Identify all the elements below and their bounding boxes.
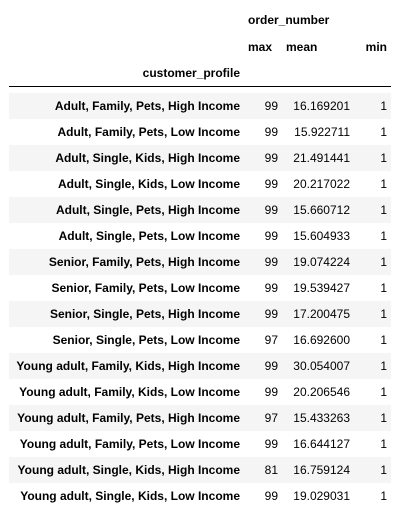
row-label: Senior, Family, Pets, Low Income [51,281,241,295]
row-label: Adult, Family, Pets, Low Income [57,125,240,139]
table-row: Adult, Family, Pets, Low Income 99 15.9227… [9,119,391,145]
cell-max: 99 [264,177,278,191]
header-blank [9,34,244,60]
row-label: Young adult, Single, Kids, Low Income [20,489,240,503]
row-label: Young adult, Family, Kids, Low Income [19,385,240,399]
table-row: Adult, Single, Pets, High Income 99 15.660… [9,197,391,223]
cell-mean: 16.169201 [293,99,350,113]
row-label: Adult, Single, Kids, Low Income [57,177,240,191]
cell-min: 1 [380,177,387,191]
row-label: Senior, Single, Pets, High Income [49,307,240,321]
cell-max: 99 [264,489,278,503]
cell-mean: 21.491441 [293,151,350,165]
cell-mean: 16.759124 [293,463,350,477]
cell-mean: 15.922711 [294,125,350,139]
table-row: Young adult, Family, Pets, High Income 97… [9,405,391,431]
cell-min: 1 [380,437,387,451]
row-label: Adult, Single, Pets, Low Income [58,229,240,243]
cell-mean: 19.029031 [293,489,350,503]
table-body: Adult, Family, Pets, High Income 99 16.169… [9,93,391,509]
cell-mean: 15.433263 [293,411,350,425]
cell-min: 1 [380,307,387,321]
cell-min: 1 [380,411,387,425]
header-blank [244,60,282,87]
cell-max: 99 [264,437,278,451]
table-row: Adult, Family, Pets, High Income 99 16.169… [9,93,391,119]
header-blank [354,60,391,87]
cell-min: 1 [380,125,387,139]
index-name-header: customer_profile [142,66,240,80]
table-row: Senior, Family, Pets, Low Income 99 19.539… [9,275,391,301]
row-label: Young adult, Family, Kids, High Income [16,359,240,373]
header-row-columns: max mean min [9,34,391,60]
cell-min: 1 [380,463,387,477]
column-header-max: max [248,40,273,54]
cell-mean: 17.200475 [293,307,350,321]
cell-max: 99 [264,125,278,139]
cell-mean: 30.054007 [293,359,350,373]
header-row-group: order_number [9,6,391,34]
cell-mean: 15.604933 [293,229,350,243]
table-row: Young adult, Family, Kids, Low Income 99 2… [9,379,391,405]
header-blank [282,60,354,87]
table-row: Young adult, Family, Pets, Low Income 99 1… [9,431,391,457]
cell-min: 1 [380,333,387,347]
row-label: Senior, Family, Pets, High Income [48,255,240,269]
cell-max: 99 [264,307,278,321]
row-label: Young adult, Single, Kids, High Income [17,463,240,477]
cell-min: 1 [380,255,387,269]
dataframe-table: order_number max mean min customer_profi… [9,6,391,509]
row-label: Young adult, Family, Pets, High Income [17,411,240,425]
column-header-mean: mean [286,40,318,54]
cell-max: 99 [264,203,278,217]
cell-min: 1 [380,203,387,217]
cell-min: 1 [380,281,387,295]
cell-max: 99 [264,99,278,113]
table-row: Senior, Single, Pets, Low Income 97 16.692… [9,327,391,353]
table-row: Adult, Single, Pets, Low Income 99 15.6049… [9,223,391,249]
cell-mean: 19.539427 [293,281,350,295]
table-row: Young adult, Single, Kids, Low Income 99 1… [9,483,391,509]
row-label: Young adult, Family, Pets, Low Income [19,437,240,451]
table-row: Adult, Single, Kids, Low Income 99 20.2170… [9,171,391,197]
cell-max: 99 [264,359,278,373]
cell-max: 99 [264,281,278,295]
column-header-min: min [365,40,387,54]
cell-min: 1 [380,489,387,503]
cell-mean: 20.217022 [293,177,350,191]
cell-max: 99 [264,385,278,399]
cell-min: 1 [380,229,387,243]
row-label: Adult, Family, Pets, High Income [54,99,240,113]
table-row: Young adult, Family, Kids, High Income 99… [9,353,391,379]
cell-max: 97 [264,333,278,347]
column-group-header: order_number [248,13,330,27]
cell-mean: 15.660712 [293,203,350,217]
cell-mean: 19.074224 [293,255,350,269]
cell-max: 99 [264,151,278,165]
cell-min: 1 [380,99,387,113]
cell-min: 1 [380,385,387,399]
cell-mean: 16.692600 [293,333,350,347]
cell-min: 1 [380,151,387,165]
cell-max: 99 [264,255,278,269]
dataframe-output: order_number max mean min customer_profi… [0,0,400,509]
table-row: Adult, Single, Kids, High Income 99 21.491… [9,145,391,171]
table-row: Young adult, Single, Kids, High Income 81… [9,457,391,483]
table-header: order_number max mean min customer_profi… [9,6,391,93]
table-row: Senior, Family, Pets, High Income 99 19.07… [9,249,391,275]
table-row: Senior, Single, Pets, High Income 99 17.20… [9,301,391,327]
cell-max: 97 [264,411,278,425]
row-label: Adult, Single, Pets, High Income [55,203,240,217]
cell-min: 1 [380,359,387,373]
cell-max: 81 [264,463,278,477]
header-row-index: customer_profile [9,60,391,87]
cell-max: 99 [264,229,278,243]
row-label: Adult, Single, Kids, High Income [55,151,240,165]
cell-mean: 16.644127 [293,437,350,451]
row-label: Senior, Single, Pets, Low Income [52,333,240,347]
header-corner [9,6,244,34]
cell-mean: 20.206546 [293,385,350,399]
